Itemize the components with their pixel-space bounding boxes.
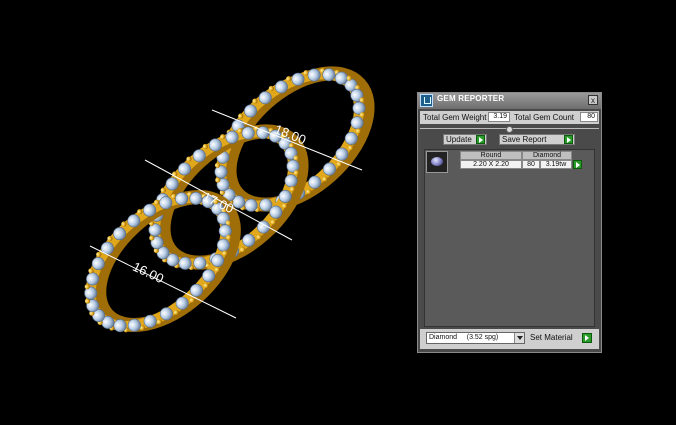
save-report-button-label: Save Report <box>502 135 547 144</box>
total-gem-count-value: 80 <box>580 112 598 122</box>
shape-column-header: Round <box>460 151 522 160</box>
gem-thumbnail <box>426 151 448 173</box>
chevron-down-icon[interactable] <box>514 333 524 343</box>
material-dropdown-value: Diamond (3.52 spg) <box>429 334 499 341</box>
total-gem-weight-value: 3.19 <box>488 112 510 122</box>
set-material-play-icon <box>582 333 592 343</box>
panel-title: GEM REPORTER <box>437 94 505 103</box>
material-dropdown[interactable]: Diamond (3.52 spg) <box>426 332 525 344</box>
dimension-label-16: 16.00 <box>130 259 166 286</box>
row-select-play-icon[interactable] <box>573 160 582 169</box>
panel-titlebar[interactable]: GEM REPORTER x <box>418 93 601 109</box>
total-gem-count-label: Total Gem Count <box>514 113 575 122</box>
material-column-header: Diamond <box>522 151 572 160</box>
gem-reporter-icon <box>420 94 433 107</box>
update-play-icon <box>476 135 485 144</box>
gem-weight-cell: 3.19tw <box>540 160 572 169</box>
save-report-play-icon <box>564 135 573 144</box>
gem-size-cell: 2.20 X 2.20 <box>460 160 522 169</box>
save-report-button[interactable]: Save Report <box>499 134 575 145</box>
gem-count-cell: 80 <box>522 160 540 169</box>
set-material-button[interactable]: Set Material <box>530 332 592 344</box>
stats-row: Total Gem Weight 3.19 Total Gem Count 80 <box>420 111 599 124</box>
divider-handle[interactable] <box>506 126 513 133</box>
update-button-label: Update <box>446 135 472 144</box>
material-bar: Diamond (3.52 spg) Set Material <box>420 329 599 349</box>
update-button[interactable]: Update <box>443 134 487 145</box>
set-material-label: Set Material <box>530 333 573 342</box>
gem-list-row[interactable]: Round Diamond 2.20 X 2.20 80 3.19tw <box>426 151 593 173</box>
diamond-icon <box>431 157 443 166</box>
total-gem-weight-label: Total Gem Weight <box>423 113 487 122</box>
gem-list[interactable]: Round Diamond 2.20 X 2.20 80 3.19tw <box>424 149 595 327</box>
gem-reporter-panel: GEM REPORTER x Total Gem Weight 3.19 Tot… <box>417 92 602 353</box>
close-button[interactable]: x <box>588 95 598 105</box>
